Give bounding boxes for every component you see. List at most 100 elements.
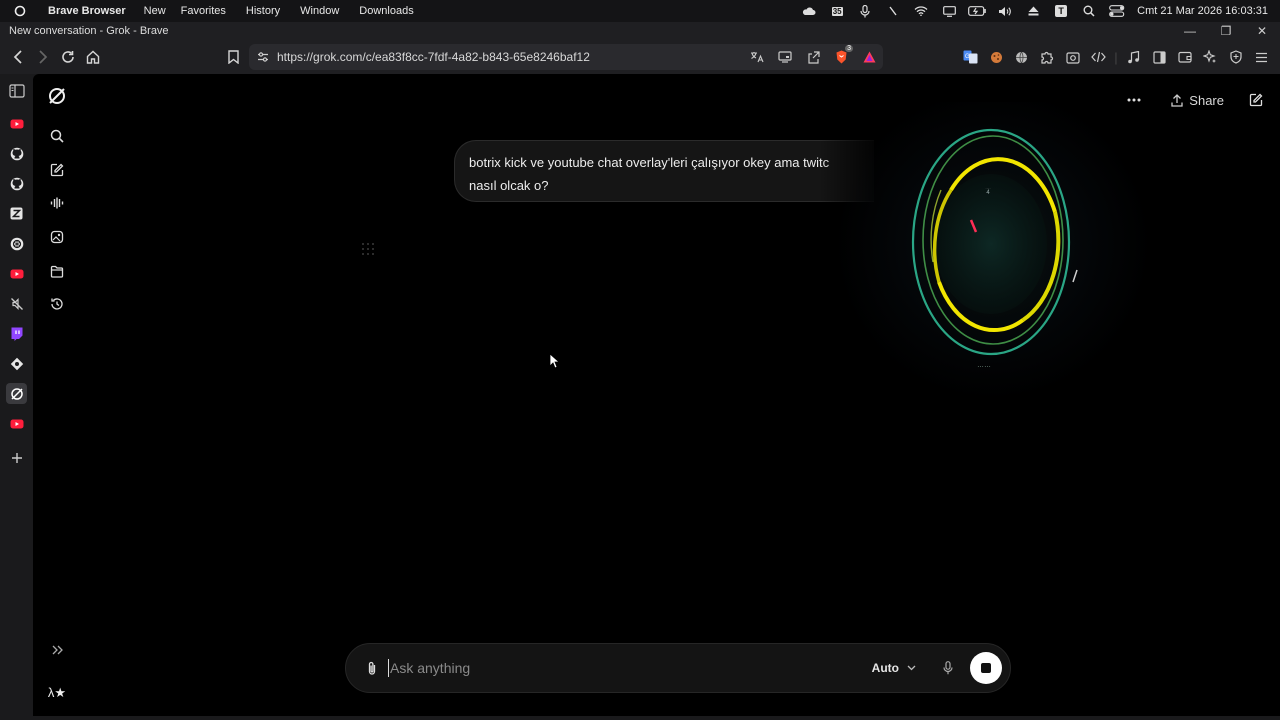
- voice-mode-icon[interactable]: [45, 191, 69, 215]
- slash-icon[interactable]: [879, 0, 907, 22]
- window-bottom-edge: [33, 716, 1280, 720]
- share-button[interactable]: Share: [1161, 86, 1234, 114]
- clock[interactable]: Cmt 21 Mar 2026 16:03:31: [1131, 5, 1272, 17]
- back-button[interactable]: [5, 45, 30, 70]
- control-center-icon[interactable]: [1103, 0, 1131, 22]
- share-label: Share: [1189, 92, 1224, 108]
- reload-button[interactable]: [55, 45, 80, 70]
- bookmark-button[interactable]: [221, 45, 246, 70]
- google-translate-extension-icon[interactable]: G: [958, 50, 984, 64]
- muted-tool-sidebar-icon[interactable]: [6, 293, 27, 314]
- github-secondary-sidebar-icon[interactable]: [6, 173, 27, 194]
- share-icon: [1171, 93, 1183, 107]
- sidebar-panel-icon[interactable]: [6, 80, 27, 101]
- browser-menu-icon[interactable]: [1249, 52, 1275, 63]
- chat-composer: Auto: [345, 643, 1011, 693]
- system-logo-icon[interactable]: [0, 5, 40, 17]
- mouse-cursor-icon: [549, 353, 561, 374]
- orb-top-value: 4: [986, 190, 990, 196]
- text-app-icon[interactable]: T: [1047, 0, 1075, 22]
- diamond-app-sidebar-icon[interactable]: [6, 353, 27, 374]
- menu-window[interactable]: Window: [300, 5, 359, 17]
- new-chat-icon[interactable]: [45, 158, 69, 182]
- battery-icon[interactable]: [963, 0, 991, 22]
- spotlight-search-icon[interactable]: [1075, 0, 1103, 22]
- minimize-icon[interactable]: —: [1172, 24, 1208, 38]
- address-bar[interactable]: https://grok.com/c/ea83f8cc-7fdf-4a82-b8…: [249, 44, 883, 70]
- music-icon[interactable]: [1121, 50, 1147, 64]
- close-window-icon[interactable]: ✕: [1244, 24, 1280, 38]
- menu-app-name[interactable]: Brave Browser: [40, 5, 144, 17]
- brave-shields-icon[interactable]: 3: [827, 45, 855, 64]
- voice-orb-rings: [911, 128, 1078, 356]
- projects-folder-icon[interactable]: [45, 259, 69, 283]
- wifi-icon[interactable]: [907, 0, 935, 22]
- github-sidebar-icon[interactable]: [6, 143, 27, 164]
- cast-icon[interactable]: [771, 51, 799, 63]
- brave-rewards-icon[interactable]: [855, 51, 883, 63]
- stop-icon: [981, 663, 991, 673]
- home-button[interactable]: [80, 45, 105, 70]
- expand-sidebar-button[interactable]: [47, 640, 67, 660]
- volume-icon[interactable]: [991, 0, 1019, 22]
- grok-sidebar-icon[interactable]: [6, 383, 27, 404]
- url-text[interactable]: https://grok.com/c/ea83f8cc-7fdf-4a82-b8…: [277, 50, 590, 64]
- menu-downloads[interactable]: Downloads: [359, 5, 428, 17]
- menu-new[interactable]: New: [144, 5, 181, 17]
- voice-orb-overlay: [833, 102, 1153, 402]
- youtube-3-sidebar-icon[interactable]: [6, 413, 27, 434]
- shields-count-badge: 3: [845, 45, 853, 52]
- forward-button[interactable]: [30, 45, 55, 70]
- system-menu-bar: Brave Browser New Favorites History Wind…: [0, 0, 1280, 22]
- drag-grip-icon[interactable]: [361, 242, 375, 256]
- restore-icon[interactable]: ❐: [1208, 24, 1244, 38]
- site-settings-icon[interactable]: [257, 51, 269, 63]
- translate-icon[interactable]: [743, 51, 771, 63]
- status-tray: 35 T Cmt 21 Mar 2026 16:03:31: [795, 0, 1280, 22]
- eject-icon[interactable]: [1019, 0, 1047, 22]
- youtube-2-sidebar-icon[interactable]: [6, 263, 27, 284]
- grok-logo-icon[interactable]: [45, 84, 69, 108]
- calendar-day: 35: [831, 6, 843, 16]
- extensions-puzzle-icon[interactable]: [1035, 50, 1061, 64]
- cookie-extension-icon[interactable]: [984, 51, 1010, 64]
- grok-sidebar: [33, 74, 81, 716]
- wallet-icon[interactable]: [1172, 51, 1198, 63]
- attach-paperclip-icon[interactable]: [360, 656, 384, 680]
- orb-bottom-label: ……: [977, 362, 991, 369]
- separator: |: [1114, 49, 1118, 65]
- cloud-icon[interactable]: [795, 0, 823, 22]
- microphone-icon[interactable]: [851, 0, 879, 22]
- model-label: Auto: [871, 661, 899, 675]
- stop-voice-button[interactable]: [970, 652, 1002, 684]
- user-avatar[interactable]: λ★: [43, 682, 71, 704]
- calendar-icon[interactable]: 35: [823, 0, 851, 22]
- user-message-line: botrix kick ve youtube chat overlay'leri…: [469, 155, 830, 170]
- twitch-sidebar-icon[interactable]: [6, 323, 27, 344]
- code-extension-icon[interactable]: [1086, 51, 1112, 63]
- chatgpt-sidebar-icon[interactable]: [6, 233, 27, 254]
- globe-extension-icon[interactable]: [1009, 51, 1035, 64]
- browser-sidebar: [0, 74, 33, 720]
- add-sidebar-item-icon[interactable]: [6, 447, 27, 468]
- chevron-down-icon: [907, 665, 916, 671]
- screenshot-extension-icon[interactable]: [1060, 51, 1086, 64]
- leo-ai-icon[interactable]: [1198, 50, 1224, 64]
- history-icon[interactable]: [45, 292, 69, 316]
- model-select[interactable]: Auto: [872, 661, 916, 675]
- sidebar-toggle-icon[interactable]: [1147, 50, 1173, 64]
- vpn-shield-icon[interactable]: [1223, 50, 1249, 64]
- share-page-icon[interactable]: [799, 50, 827, 64]
- svg-text:G: G: [965, 54, 970, 60]
- new-chat-button[interactable]: [1242, 86, 1270, 114]
- microphone-button[interactable]: [938, 661, 958, 675]
- monitor-icon[interactable]: [935, 0, 963, 22]
- imagine-icon[interactable]: [45, 225, 69, 249]
- youtube-sidebar-icon[interactable]: [6, 113, 27, 134]
- user-message-line: nasıl olcak o?: [469, 178, 549, 193]
- search-icon[interactable]: [45, 124, 69, 148]
- z-app-sidebar-icon[interactable]: [6, 203, 27, 224]
- menu-favorites[interactable]: Favorites: [181, 5, 246, 17]
- menu-history[interactable]: History: [246, 5, 300, 17]
- ask-input[interactable]: [388, 659, 872, 677]
